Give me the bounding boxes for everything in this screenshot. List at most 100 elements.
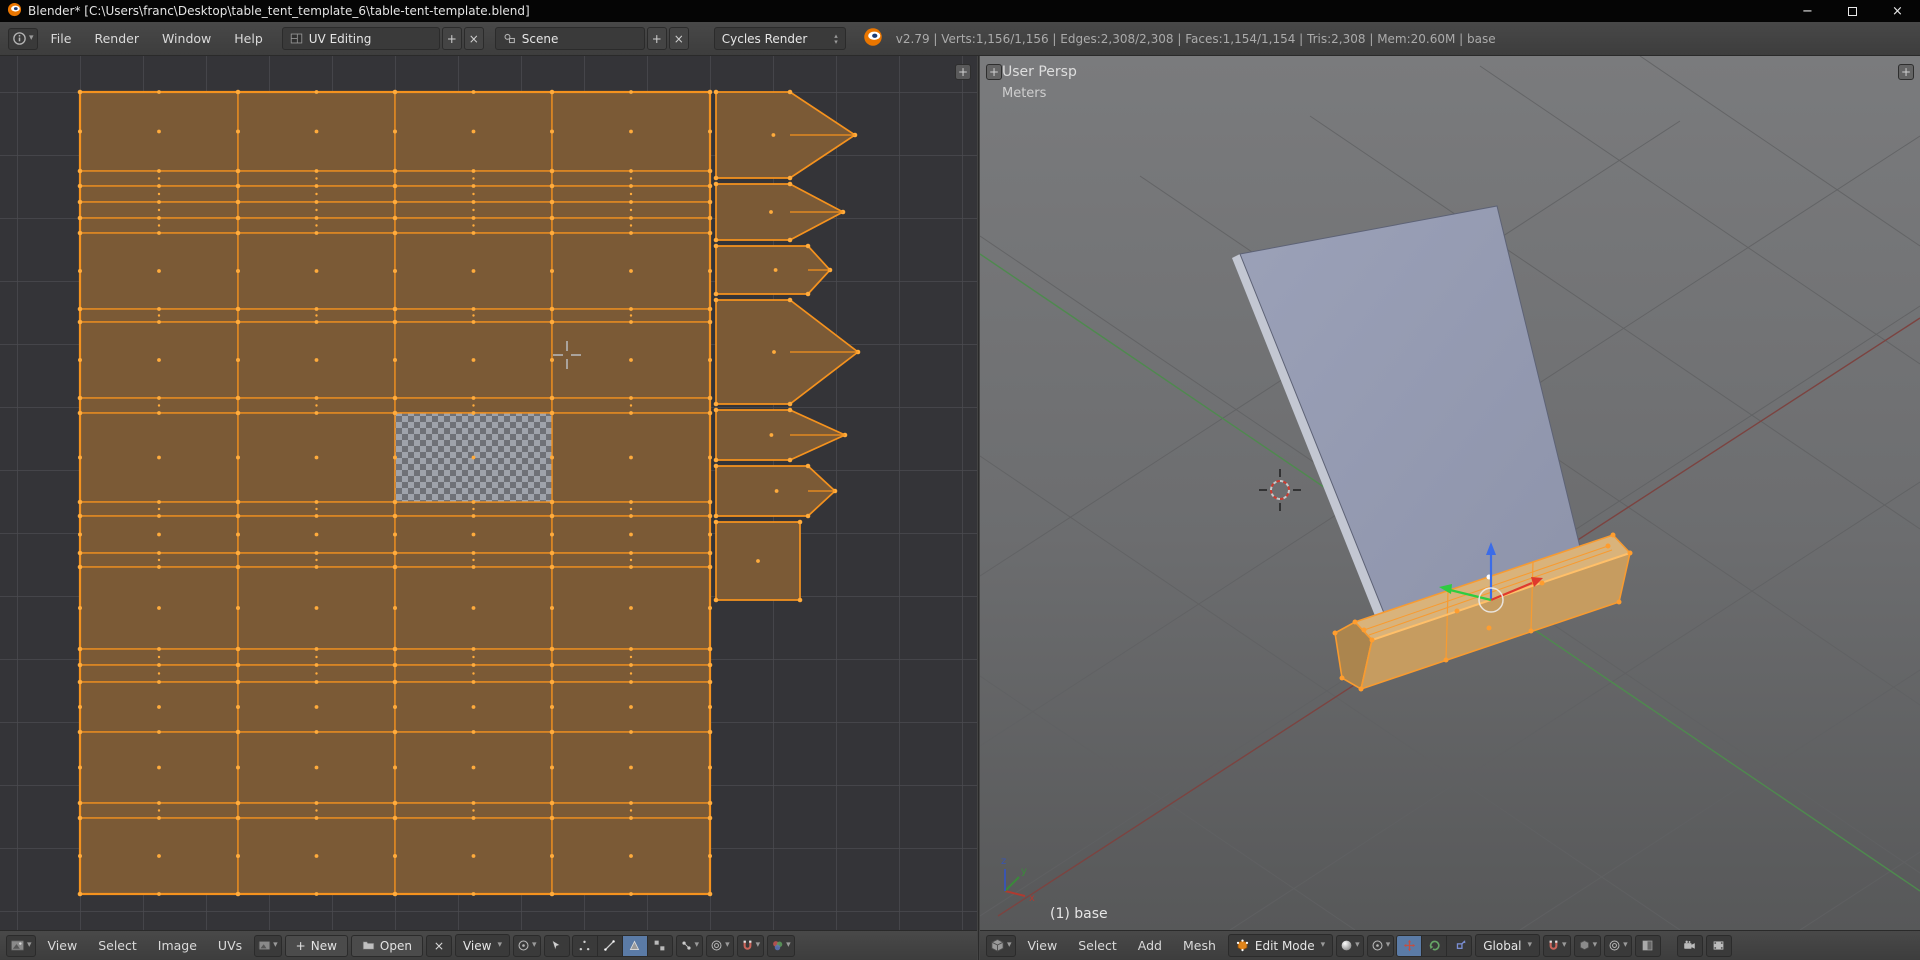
snap-toggle[interactable]: ▾ — [1543, 934, 1571, 957]
orientation-value: Global — [1483, 938, 1522, 953]
uv-sticky-select-selector[interactable]: ▾ — [675, 934, 704, 957]
uv-layout-graphic — [77, 89, 861, 897]
uv-snap-selector[interactable]: ▾ — [736, 934, 765, 957]
scene-icon — [504, 33, 515, 44]
uv-editor-type-button[interactable]: ▾ — [6, 934, 36, 957]
folder-icon — [362, 941, 375, 950]
sticky-select-icon — [681, 941, 691, 950]
menu-file[interactable]: File — [41, 27, 82, 51]
unit-system-overlay: Meters — [1002, 86, 1047, 101]
edit-mode-icon — [1236, 939, 1248, 952]
menu-help[interactable]: Help — [224, 27, 273, 51]
window-title: Blender* [C:\Users\franc\Desktop\table_t… — [28, 4, 530, 18]
engine-value: Cycles Render — [721, 31, 808, 46]
uv-select-edge-button[interactable] — [596, 934, 623, 957]
uv-menu-image[interactable]: Image — [149, 935, 206, 957]
interaction-mode-selector[interactable]: Edit Mode ▾ — [1227, 934, 1334, 957]
menu-render[interactable]: Render — [84, 27, 149, 51]
v3d-menu-add[interactable]: Add — [1129, 935, 1171, 957]
uv-select-island-button[interactable] — [646, 934, 673, 957]
v3d-menu-select[interactable]: Select — [1069, 935, 1126, 957]
uv-select-face-button[interactable] — [621, 934, 648, 957]
v3d-proportional-edit-selector[interactable]: ▾ — [1604, 934, 1632, 957]
rotate-icon — [1429, 940, 1440, 951]
add-layout-button[interactable]: + — [441, 27, 462, 50]
translate-manipulator-button[interactable] — [1396, 934, 1423, 957]
browse-image-icon — [258, 941, 271, 950]
uv-properties-region-toggle[interactable]: + — [955, 64, 971, 80]
vertex-select-icon — [579, 940, 590, 951]
scene-statistics: v2.79 | Verts:1,156/1,156 | Edges:2,308/… — [895, 31, 1496, 46]
face-select-icon — [629, 940, 640, 950]
uv-sync-selection-toggle[interactable] — [543, 934, 570, 957]
svg-text:z: z — [1001, 856, 1006, 867]
unlink-image-button[interactable]: × — [425, 934, 452, 957]
viewport-shading-selector[interactable]: ▾ — [1336, 934, 1364, 957]
limit-selection-visible-toggle[interactable] — [1634, 934, 1661, 957]
open-image-button[interactable]: Open — [350, 934, 423, 957]
maximize-icon — [1848, 6, 1857, 16]
rotate-manipulator-button[interactable] — [1421, 934, 1448, 957]
screen-layout-value: UV Editing — [308, 31, 372, 46]
transform-orientation-selector[interactable]: Global ▾ — [1475, 934, 1541, 957]
v3d-menu-view[interactable]: View — [1019, 935, 1067, 957]
toolshelf-region-toggle[interactable]: + — [986, 64, 1002, 80]
blender-window: Blender* [C:\Users\franc\Desktop\table_t… — [0, 0, 1920, 960]
active-object-overlay: (1) base — [1050, 906, 1108, 922]
camera-icon — [1684, 940, 1695, 949]
scene-selector[interactable]: Scene — [494, 27, 645, 50]
magnet-icon — [743, 940, 751, 950]
snap-magnet-icon — [1549, 940, 1558, 950]
manipulator-toggle-group — [1396, 934, 1473, 957]
uv-menu-uvs[interactable]: UVs — [209, 935, 251, 957]
svg-text:x: x — [1029, 893, 1035, 904]
view3d-editor: x y z User Persp Meters (1) base + + ▾ V… — [980, 56, 1920, 960]
scale-manipulator-button[interactable] — [1446, 934, 1473, 957]
snap-element-icon — [1579, 940, 1589, 951]
opengl-render-button[interactable] — [1676, 934, 1703, 957]
view3d-canvas[interactable]: x y z User Persp Meters (1) base + + — [980, 56, 1920, 930]
add-scene-button[interactable]: + — [646, 27, 667, 50]
interaction-mode-value: Edit Mode — [1254, 938, 1315, 953]
v3d-proportional-icon — [1609, 940, 1620, 951]
uv-menu-view[interactable]: View — [39, 935, 87, 957]
opengl-render-anim-button[interactable] — [1705, 934, 1732, 957]
occlude-geometry-icon — [1642, 940, 1653, 951]
menu-window[interactable]: Window — [152, 27, 221, 51]
scene-value: Scene — [521, 31, 559, 46]
uv-menu-select[interactable]: Select — [89, 935, 146, 957]
film-icon — [1713, 941, 1724, 950]
uv-editor-header: ▾ View Select Image UVs ▾ + New Open × V… — [0, 930, 977, 960]
snap-element-selector[interactable]: ▾ — [1573, 934, 1602, 957]
view3d-editor-type-button[interactable]: ▾ — [986, 934, 1016, 957]
view3d-scene-graphic: x y z — [980, 56, 1920, 930]
svg-text:y: y — [1021, 866, 1027, 877]
render-engine-selector[interactable]: Cycles Render ▴ ▾ — [713, 27, 846, 50]
engine-cycle-arrows: ▴ ▾ — [834, 31, 838, 46]
sync-select-icon — [552, 940, 561, 951]
screen-layout-selector[interactable]: UV Editing — [281, 27, 440, 50]
uv-select-vertex-button[interactable] — [571, 934, 598, 957]
editor-type-info-button[interactable]: ▾ — [8, 27, 38, 50]
v3d-menu-mesh[interactable]: Mesh — [1174, 935, 1225, 957]
delete-scene-button[interactable]: × — [668, 27, 689, 50]
uv-draw-channels-selector[interactable]: ▾ — [767, 934, 795, 957]
draw-channels-icon — [773, 941, 783, 951]
delete-layout-button[interactable]: × — [463, 27, 484, 50]
view-name-overlay: User Persp — [1002, 64, 1077, 80]
title-bar: Blender* [C:\Users\franc\Desktop\table_t… — [0, 0, 1920, 22]
maximize-button[interactable] — [1830, 0, 1875, 22]
uv-proportional-edit-selector[interactable]: ▾ — [706, 934, 734, 957]
image-editor-icon — [10, 940, 25, 951]
close-button[interactable]: × — [1875, 0, 1920, 22]
browse-image-button[interactable]: ▾ — [254, 934, 282, 957]
uv-pivot-selector[interactable]: ▾ — [513, 934, 541, 957]
uv-canvas[interactable]: + — [0, 56, 977, 930]
uv-select-mode-group — [571, 934, 673, 957]
shading-sphere-icon — [1341, 940, 1352, 951]
uv-mode-selector[interactable]: View ▾ — [454, 934, 510, 957]
v3d-pivot-selector[interactable]: ▾ — [1366, 934, 1395, 957]
new-image-button[interactable]: + New — [284, 934, 348, 957]
minimize-button[interactable]: − — [1785, 0, 1830, 22]
properties-region-toggle[interactable]: + — [1898, 64, 1914, 80]
